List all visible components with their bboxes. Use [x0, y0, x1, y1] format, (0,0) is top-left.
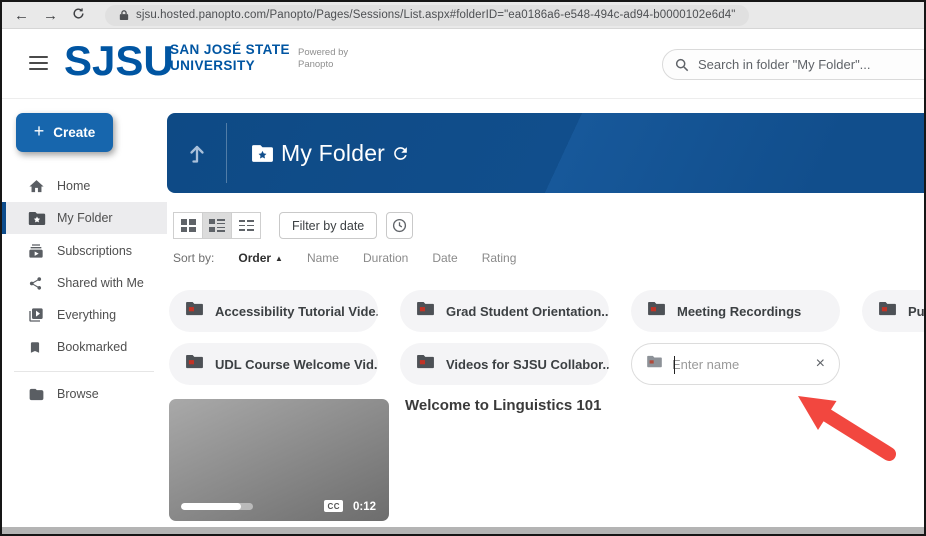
share-icon — [28, 274, 46, 292]
plus-icon: + — [34, 121, 45, 142]
folder-icon — [416, 301, 435, 321]
list-view-button[interactable] — [231, 212, 261, 239]
text-caret — [674, 356, 675, 374]
folder-star-icon — [28, 209, 46, 227]
sidebar-item-label: My Folder — [57, 211, 113, 225]
video-progress-fill — [181, 503, 241, 510]
grid-list-view-button[interactable] — [202, 212, 232, 239]
folder-star-icon — [251, 144, 274, 168]
sidebar-item-browse[interactable]: Browse — [2, 378, 167, 410]
folder-tile[interactable]: Videos for SJSU Collabor... — [400, 343, 609, 385]
create-button-label: Create — [53, 125, 95, 140]
sort-by-label: Sort by: — [173, 251, 214, 265]
folder-icon — [185, 301, 204, 321]
grid-list-view-icon — [209, 219, 225, 232]
sort-row: Sort by: Order▲ Name Duration Date Ratin… — [173, 251, 516, 265]
folder-icon — [416, 354, 435, 374]
recent-clock-button[interactable] — [386, 212, 413, 239]
folder-tile-label: UDL Course Welcome Vid... — [215, 357, 378, 372]
view-toolbar: Filter by date — [173, 212, 413, 239]
search-icon — [675, 58, 689, 72]
browser-reload-icon[interactable] — [72, 7, 85, 23]
university-name: SAN JOSÉ STATE UNIVERSITY — [170, 42, 290, 74]
sjsu-logo: SJSU — [64, 37, 174, 85]
folder-icon — [878, 301, 897, 321]
folder-tile-label: Grad Student Orientation... — [446, 304, 609, 319]
home-icon — [28, 177, 46, 195]
sidebar-item-label: Bookmarked — [57, 340, 127, 354]
folder-tile[interactable]: Meeting Recordings — [631, 290, 840, 332]
new-folder-name-input[interactable] — [672, 357, 792, 372]
folder-tile[interactable]: Purp — [862, 290, 926, 332]
closed-captions-badge: CC — [324, 500, 343, 512]
folder-tile[interactable]: Accessibility Tutorial Vide... — [169, 290, 378, 332]
video-library-icon — [28, 306, 46, 324]
sidebar-item-bookmarked[interactable]: Bookmarked — [2, 331, 167, 363]
bottom-scrubber-bar — [2, 527, 924, 534]
bookmark-icon — [28, 338, 46, 356]
browser-back-icon[interactable]: ← — [14, 7, 29, 24]
folder-search-box[interactable] — [662, 49, 926, 80]
sidebar-item-label: Shared with Me — [57, 276, 144, 290]
folder-icon — [647, 301, 666, 321]
app-header: SJSU SAN JOSÉ STATE UNIVERSITY Powered b… — [2, 29, 924, 99]
refresh-icon[interactable] — [391, 144, 410, 168]
list-view-icon — [239, 220, 254, 231]
video-duration: 0:12 — [353, 501, 376, 513]
close-icon[interactable]: × — [816, 356, 825, 372]
folder-header-banner: My Folder — [167, 113, 926, 193]
browser-toolbar: ← → sjsu.hosted.panopto.com/Panopto/Page… — [2, 2, 924, 29]
sidebar: + Create Home My Folder Subscriptions — [2, 99, 167, 536]
sidebar-divider — [14, 371, 154, 372]
subscriptions-icon — [28, 242, 46, 260]
folder-tile[interactable]: Grad Student Orientation... — [400, 290, 609, 332]
create-button[interactable]: + Create — [16, 113, 113, 152]
search-input[interactable] — [698, 57, 918, 72]
sidebar-item-subscriptions[interactable]: Subscriptions — [2, 235, 167, 267]
sort-option-order[interactable]: Order▲ — [238, 251, 283, 265]
view-toggle-group — [173, 212, 260, 239]
folder-tile-label: Accessibility Tutorial Vide... — [215, 304, 378, 319]
video-thumbnail[interactable]: CC 0:12 — [169, 399, 389, 521]
parent-folder-up-icon[interactable] — [167, 113, 226, 193]
folder-title: My Folder — [281, 140, 385, 167]
sidebar-item-shared-with-me[interactable]: Shared with Me — [2, 267, 167, 299]
folder-tile-label: Meeting Recordings — [677, 304, 801, 319]
sort-ascending-icon: ▲ — [275, 254, 283, 263]
sort-option-name[interactable]: Name — [307, 251, 339, 265]
folder-tile[interactable]: UDL Course Welcome Vid... — [169, 343, 378, 385]
address-bar[interactable]: sjsu.hosted.panopto.com/Panopto/Pages/Se… — [105, 5, 749, 26]
url-text: sjsu.hosted.panopto.com/Panopto/Pages/Se… — [136, 9, 735, 21]
sidebar-item-label: Subscriptions — [57, 244, 132, 258]
sidebar-item-label: Browse — [57, 387, 99, 401]
screenshot-frame: ← → sjsu.hosted.panopto.com/Panopto/Page… — [0, 0, 926, 536]
powered-by-panopto: Powered by Panopto — [298, 47, 348, 71]
video-progress-bar — [181, 503, 253, 510]
menu-hamburger-icon[interactable] — [29, 56, 48, 70]
folder-tile-label: Purp — [908, 304, 926, 319]
sidebar-item-label: Everything — [57, 308, 116, 322]
sort-option-rating[interactable]: Rating — [482, 251, 517, 265]
sidebar-item-everything[interactable]: Everything — [2, 299, 167, 331]
sort-option-date[interactable]: Date — [432, 251, 457, 265]
folder-icon — [646, 355, 663, 373]
folder-icon — [185, 354, 204, 374]
banner-divider — [226, 123, 227, 183]
sidebar-item-home[interactable]: Home — [2, 170, 167, 202]
browser-forward-icon[interactable]: → — [43, 7, 58, 24]
sort-option-duration[interactable]: Duration — [363, 251, 408, 265]
sidebar-item-my-folder[interactable]: My Folder — [2, 202, 167, 234]
filter-by-date-button[interactable]: Filter by date — [279, 212, 377, 239]
grid-view-button[interactable] — [173, 212, 203, 239]
video-title-link[interactable]: Welcome to Linguistics 101 — [405, 397, 601, 414]
clock-icon — [392, 218, 407, 233]
grid-view-icon — [181, 219, 196, 232]
folder-tile-label: Videos for SJSU Collabor... — [446, 357, 609, 372]
folder-outline-icon — [28, 385, 46, 403]
lock-icon — [119, 9, 129, 21]
new-folder-name-tile[interactable]: × — [631, 343, 840, 385]
sidebar-item-label: Home — [57, 179, 90, 193]
